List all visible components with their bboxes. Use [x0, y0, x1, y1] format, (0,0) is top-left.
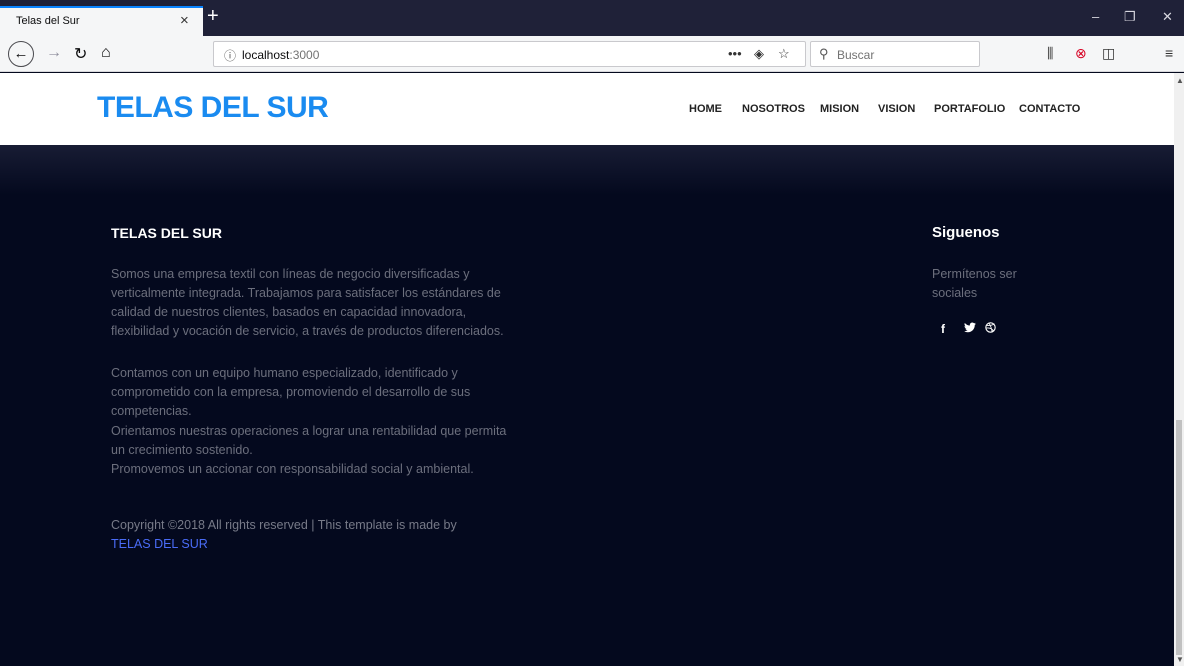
menu-mision[interactable]: MISION — [820, 103, 859, 115]
menu-portafolio[interactable]: PORTAFOLIO — [934, 103, 1005, 115]
bookmark-star-icon[interactable]: ☆ — [778, 46, 790, 62]
browser-tab[interactable]: Telas del Sur × — [0, 6, 203, 36]
close-window-icon[interactable]: ✕ — [1162, 9, 1173, 25]
url-host: localhost — [242, 48, 290, 62]
footer-paragraph: Somos una empresa textil con líneas de n… — [111, 267, 504, 338]
home-icon[interactable]: ⌂ — [101, 44, 111, 62]
reload-icon[interactable]: ↻ — [74, 44, 87, 64]
pocket-icon[interactable]: ◈ — [754, 46, 764, 62]
footer-paragraph: Promovemos un accionar con responsabilid… — [111, 462, 474, 476]
scroll-down-icon[interactable]: ▼ — [1176, 655, 1184, 664]
copyright-link[interactable]: TELAS DEL SUR — [111, 535, 511, 554]
footer-paragraph: Orientamos nuestras operaciones a lograr… — [111, 424, 507, 457]
new-tab-icon[interactable]: + — [207, 5, 219, 28]
copyright-text: Copyright ©2018 All rights reserved | Th… — [111, 516, 511, 554]
blocker-icon[interactable]: ⊗ — [1075, 45, 1087, 62]
header-shadow — [0, 145, 1174, 195]
menu-hamburger-icon[interactable]: ≡ — [1165, 45, 1173, 61]
forward-arrow-icon[interactable]: → — [46, 44, 62, 62]
social-title: Siguenos — [932, 224, 1000, 241]
page-actions-icon[interactable]: ••• — [728, 46, 742, 61]
search-icon: ⚲ — [819, 46, 829, 61]
navigation-toolbar: ← → ↻ ⌂ ⓘ localhost:3000 ••• ◈ ☆ ⚲ Busca… — [0, 36, 1184, 72]
menu-nosotros[interactable]: NOSOTROS — [742, 103, 805, 115]
url-port: :3000 — [289, 48, 320, 62]
minimize-icon[interactable]: – — [1092, 9, 1099, 24]
copyright-label: Copyright ©2018 All rights reserved | Th… — [111, 518, 457, 532]
tab-close-icon[interactable]: × — [180, 12, 189, 29]
twitter-icon[interactable] — [964, 322, 976, 336]
site-header: TELAS DEL SUR HOME NOSOTROS MISION VISIO… — [0, 73, 1174, 145]
facebook-icon[interactable]: f — [941, 322, 945, 336]
tab-title: Telas del Sur — [16, 15, 80, 27]
site-logo[interactable]: TELAS DEL SUR — [97, 91, 329, 125]
scroll-up-icon[interactable]: ▲ — [1176, 76, 1184, 85]
back-arrow-icon[interactable]: ← — [8, 41, 34, 67]
menu-vision[interactable]: VISION — [878, 103, 915, 115]
dribbble-icon[interactable] — [985, 322, 996, 336]
library-icon[interactable]: ⫼ — [1047, 45, 1053, 62]
tab-strip: Telas del Sur × + – ❐ ✕ — [0, 0, 1184, 36]
url-bar[interactable]: ⓘ localhost:3000 ••• ◈ ☆ — [213, 41, 806, 67]
search-placeholder: Buscar — [837, 48, 875, 62]
footer-paragraph: Contamos con un equipo humano especializ… — [111, 366, 471, 418]
social-text: Permítenos ser sociales — [932, 267, 1017, 300]
search-field[interactable]: ⚲ Buscar — [810, 41, 980, 67]
restore-icon[interactable]: ❐ — [1124, 9, 1136, 25]
sidebar-icon[interactable]: ◫ — [1102, 45, 1115, 62]
menu-home[interactable]: HOME — [689, 103, 722, 115]
scrollbar-thumb[interactable] — [1176, 420, 1182, 655]
footer-about-title: TELAS DEL SUR — [111, 225, 222, 241]
menu-contacto[interactable]: CONTACTO — [1019, 103, 1080, 115]
url-text[interactable]: localhost:3000 — [242, 48, 319, 62]
site-info-icon[interactable]: ⓘ — [224, 47, 236, 64]
